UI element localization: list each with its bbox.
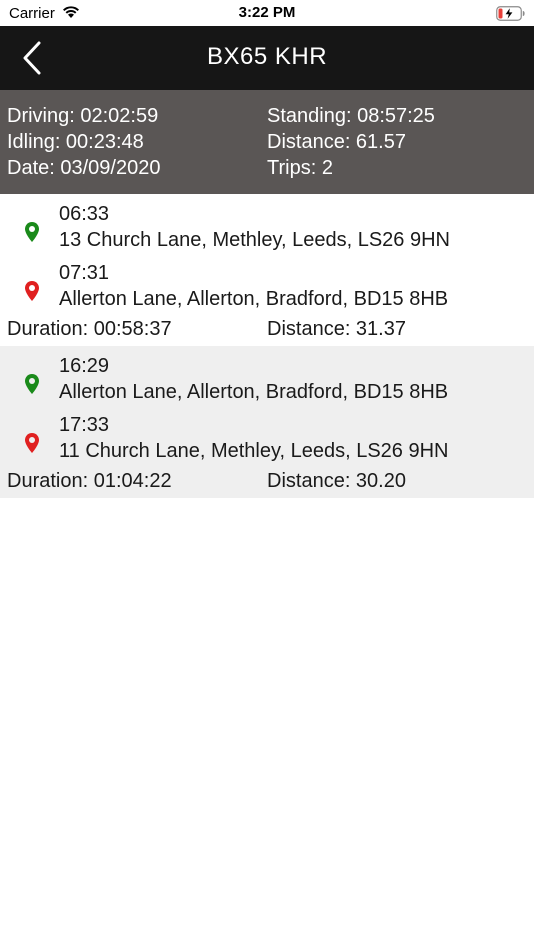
start-address: 13 Church Lane, Methley, Leeds, LS26 9HN: [59, 229, 450, 251]
trip-list-item[interactable]: 16:29 Allerton Lane, Allerton, Bradford,…: [0, 346, 534, 498]
trip-start: 06:33 13 Church Lane, Methley, Leeds, LS…: [0, 201, 534, 253]
summary-distance: Distance: 61.57: [267, 131, 406, 153]
trip-detail-screen: Carrier 3:22 PM BX65 KHR Driving: 02:02:…: [0, 0, 534, 950]
status-bar: Carrier 3:22 PM: [0, 0, 534, 26]
page-title: BX65 KHR: [206, 43, 328, 70]
trip-start: 16:29 Allerton Lane, Allerton, Bradford,…: [0, 353, 534, 405]
trip-end: 17:33 11 Church Lane, Methley, Leeds, LS…: [0, 412, 534, 464]
trip-list-item[interactable]: 06:33 13 Church Lane, Methley, Leeds, LS…: [0, 194, 534, 346]
trip-end: 07:31 Allerton Lane, Allerton, Bradford,…: [0, 260, 534, 312]
trip-distance: Distance: 30.20: [267, 470, 406, 492]
summary-trips: Trips: 2: [267, 157, 333, 179]
start-address: Allerton Lane, Allerton, Bradford, BD15 …: [59, 381, 449, 403]
start-location-pin-icon: [25, 374, 39, 394]
battery-charging-icon: [496, 6, 526, 26]
summary-idling: Idling: 00:23:48: [7, 131, 144, 153]
status-time: 3:22 PM: [238, 4, 296, 21]
end-address: Allerton Lane, Allerton, Bradford, BD15 …: [59, 288, 449, 310]
end-location-pin-icon: [25, 281, 39, 301]
trip-distance: Distance: 31.37: [267, 318, 406, 340]
summary-driving: Driving: 02:02:59: [7, 105, 159, 127]
start-time: 16:29: [59, 355, 110, 377]
summary-standing: Standing: 08:57:25: [267, 105, 435, 127]
start-time: 06:33: [59, 203, 110, 225]
end-address: 11 Church Lane, Methley, Leeds, LS26 9HN: [59, 440, 449, 462]
end-location-pin-icon: [25, 433, 39, 453]
navigation-bar: BX65 KHR: [0, 26, 534, 90]
end-time: 07:31: [59, 262, 110, 284]
trip-duration: Duration: 01:04:22: [7, 470, 172, 492]
start-location-pin-icon: [25, 222, 39, 242]
end-time: 17:33: [59, 414, 110, 436]
summary-date: Date: 03/09/2020: [7, 157, 161, 179]
trip-duration: Duration: 00:58:37: [7, 318, 172, 340]
summary-panel: Driving: 02:02:59 Standing: 08:57:25 Idl…: [0, 90, 534, 194]
